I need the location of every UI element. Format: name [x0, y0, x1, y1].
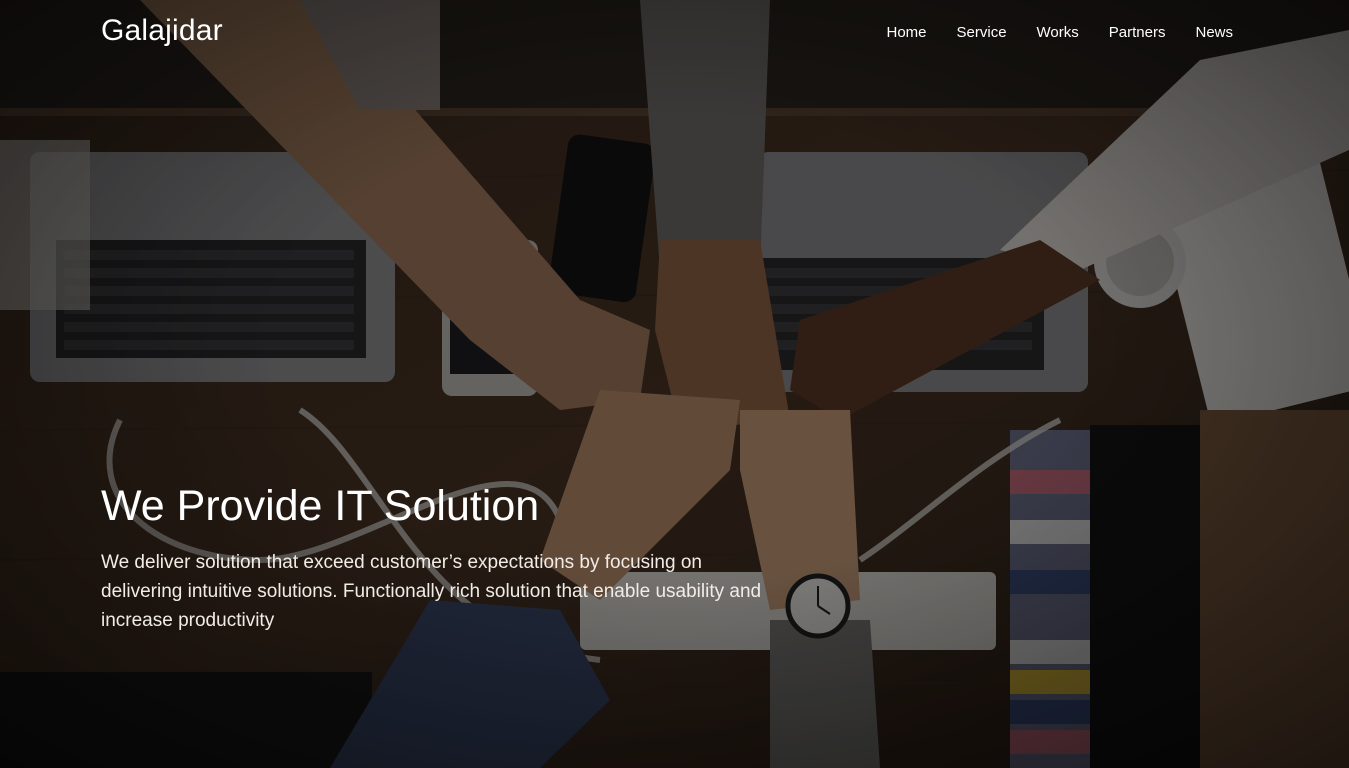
hero-section: Galajidar Home Service Works Partners Ne…: [0, 0, 1349, 768]
brand-logo-link[interactable]: Galajidar: [101, 14, 223, 48]
nav-item-home: Home: [872, 22, 942, 43]
nav-item-works: Works: [1022, 22, 1094, 43]
hero-text-block: We Provide IT Solution We deliver soluti…: [101, 478, 781, 635]
nav-item-news: News: [1180, 22, 1233, 43]
top-navbar: Galajidar Home Service Works Partners Ne…: [0, 0, 1349, 68]
hero-description: We deliver solution that exceed customer…: [101, 552, 762, 631]
hero-title: We Provide IT Solution: [101, 482, 540, 530]
nav-link-service[interactable]: Service: [942, 22, 1022, 43]
nav-link-home[interactable]: Home: [872, 22, 942, 43]
nav-link-works[interactable]: Works: [1022, 22, 1094, 43]
nav-link-news[interactable]: News: [1180, 22, 1233, 43]
hero-dark-overlay: [0, 0, 1349, 768]
nav-menu: Home Service Works Partners News: [872, 22, 1234, 43]
nav-item-partners: Partners: [1094, 22, 1181, 43]
nav-link-partners[interactable]: Partners: [1094, 22, 1181, 43]
nav-item-service: Service: [942, 22, 1022, 43]
